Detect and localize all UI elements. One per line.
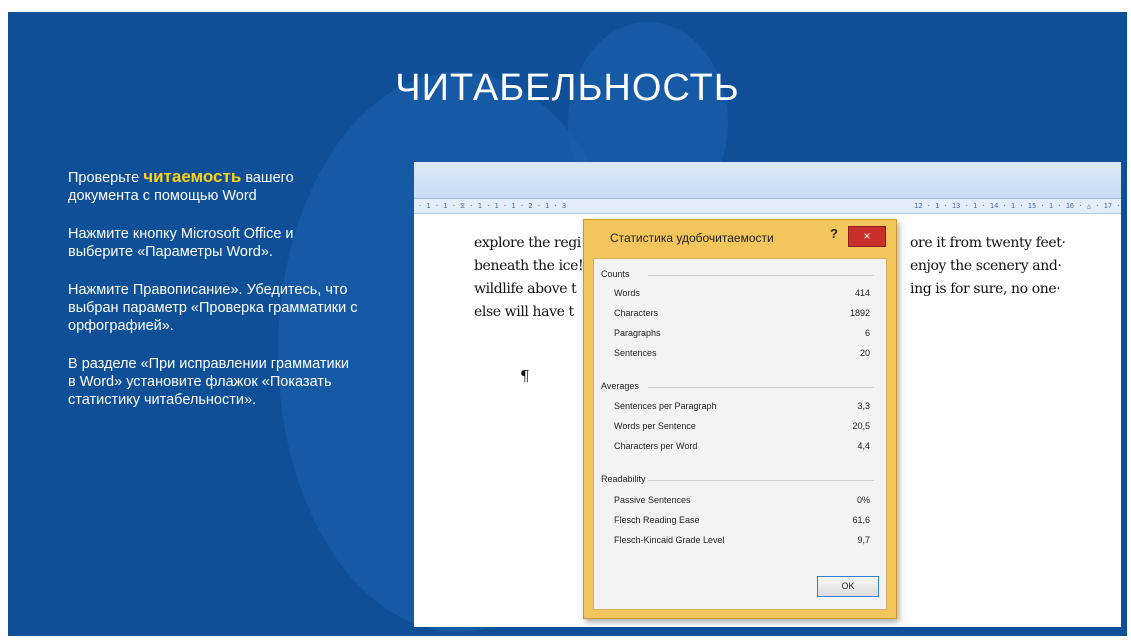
section-divider bbox=[648, 480, 874, 481]
section-averages-label: Averages bbox=[601, 381, 639, 391]
stat-label-passive-sentences: Passive Sentences bbox=[614, 495, 691, 505]
doc-line-4-left[interactable]: else will have t bbox=[474, 304, 574, 320]
doc-line-2-left[interactable]: beneath the ice! bbox=[474, 258, 584, 274]
instruction-4: В разделе «При исправлении грамматики в … bbox=[68, 356, 350, 408]
close-button[interactable]: × bbox=[848, 226, 886, 247]
stat-label-words: Words bbox=[614, 288, 640, 298]
stat-label-sentences-per-paragraph: Sentences per Paragraph bbox=[614, 401, 717, 411]
ok-button[interactable]: OK bbox=[817, 576, 879, 597]
ruler-right-marks: 12 · 1 · 13 · 1 · 14 · 1 · 15 · 1 · 16 ·… bbox=[914, 202, 1121, 210]
doc-line-3-right[interactable]: ing is for sure, no one· bbox=[910, 281, 1061, 297]
dialog-title: Статистика удобочитаемости bbox=[610, 231, 774, 245]
stat-value-characters-per-word: 4,4 bbox=[857, 441, 870, 451]
stat-value-words: 414 bbox=[854, 288, 870, 298]
stat-label-characters: Characters bbox=[614, 308, 659, 318]
highlight-readability: читаемость bbox=[143, 167, 242, 186]
stat-value-flesch-kincaid-grade: 9,7 bbox=[857, 535, 870, 545]
instruction-1-prefix: Проверьте bbox=[68, 170, 144, 186]
stat-value-words-per-sentence: 20,5 bbox=[852, 421, 870, 431]
doc-line-2-right[interactable]: enjoy the scenery and· bbox=[910, 258, 1062, 274]
stat-label-sentences: Sentences bbox=[614, 348, 657, 358]
instruction-3: Нажмите Правописание». Убедитесь, что вы… bbox=[68, 282, 358, 334]
stat-value-sentences: 20 bbox=[859, 348, 870, 358]
instruction-1: Проверьте читаемость вашего документа с … bbox=[68, 168, 358, 205]
pilcrow-mark: ¶ bbox=[520, 367, 530, 385]
stat-value-characters: 1892 bbox=[849, 308, 870, 318]
doc-line-1-left[interactable]: explore the regi bbox=[474, 235, 581, 251]
section-counts-label: Counts bbox=[601, 269, 630, 279]
instruction-2: Нажмите кнопку Microsoft Office и выбери… bbox=[68, 226, 294, 260]
stat-value-flesch-reading-ease: 61,6 bbox=[852, 515, 870, 525]
stat-value-passive-sentences: 0% bbox=[856, 495, 870, 505]
section-readability-label: Readability bbox=[601, 474, 646, 484]
section-divider bbox=[648, 275, 874, 276]
instructions-text: Проверьте читаемость вашего документа с … bbox=[68, 168, 358, 429]
ruler-left-marks: · 1 · 1 · ⧖ · 1 · 1 · 1 · 2 · 1 · 3 bbox=[418, 202, 567, 210]
stat-label-flesch-reading-ease: Flesch Reading Ease bbox=[614, 515, 700, 525]
doc-line-3-left[interactable]: wildlife above t bbox=[474, 281, 577, 297]
word-ribbon[interactable] bbox=[414, 162, 1121, 199]
stat-value-sentences-per-paragraph: 3,3 bbox=[857, 401, 870, 411]
word-ruler[interactable]: · 1 · 1 · ⧖ · 1 · 1 · 1 · 2 · 1 · 3 12 ·… bbox=[414, 199, 1121, 214]
doc-line-1-right[interactable]: ore it from twenty feet· bbox=[910, 235, 1066, 251]
dialog-titlebar[interactable]: Статистика удобочитаемости ? × bbox=[584, 220, 896, 254]
slide-title: ЧИТАБЕЛЬНОСТЬ bbox=[395, 67, 740, 109]
stat-value-paragraphs: 6 bbox=[864, 328, 870, 338]
stat-label-paragraphs: Paragraphs bbox=[614, 328, 661, 338]
stat-label-words-per-sentence: Words per Sentence bbox=[614, 421, 696, 431]
stat-label-characters-per-word: Characters per Word bbox=[614, 441, 698, 451]
dialog-body: Counts Words 414 Characters 1892 Paragra… bbox=[593, 258, 887, 610]
section-divider bbox=[648, 387, 874, 388]
help-icon[interactable]: ? bbox=[830, 226, 838, 241]
slide: ЧИТАБЕЛЬНОСТЬ Проверьте читаемость вашег… bbox=[8, 12, 1127, 636]
readability-statistics-dialog: Статистика удобочитаемости ? × Counts Wo… bbox=[583, 219, 897, 619]
stat-label-flesch-kincaid-grade: Flesch-Kincaid Grade Level bbox=[614, 535, 725, 545]
